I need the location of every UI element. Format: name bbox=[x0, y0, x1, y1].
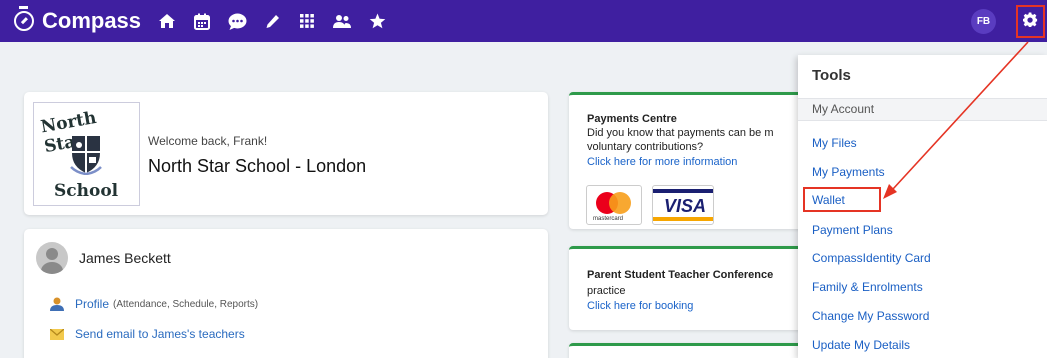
mastercard-orange-circle bbox=[609, 192, 631, 214]
menu-item-change-password[interactable]: Change My Password bbox=[812, 309, 929, 323]
my-account-section: My Account bbox=[798, 98, 1047, 121]
crest-text-bottom: School bbox=[54, 181, 119, 201]
chat-icon[interactable] bbox=[227, 11, 247, 31]
menu-item-my-payments[interactable]: My Payments bbox=[812, 165, 885, 179]
conference-booking-link[interactable]: Click here for booking bbox=[587, 300, 693, 312]
additional-card bbox=[569, 343, 809, 358]
welcome-message: Welcome back, Frank! bbox=[148, 134, 268, 148]
apps-grid-icon[interactable] bbox=[297, 11, 317, 31]
menu-item-compass-identity-card[interactable]: CompassIdentity Card bbox=[812, 251, 931, 265]
menu-item-my-files[interactable]: My Files bbox=[812, 136, 857, 150]
email-teachers-link[interactable]: Send email to James's teachers bbox=[75, 327, 245, 341]
compass-logo-icon bbox=[14, 6, 34, 31]
student-avatar bbox=[36, 242, 68, 274]
menu-item-wallet[interactable]: Wallet bbox=[812, 193, 845, 207]
mastercard-logo: mastercard bbox=[586, 185, 642, 225]
menu-item-update-details[interactable]: Update My Details bbox=[812, 338, 910, 352]
school-name: North Star School - London bbox=[148, 156, 367, 176]
brand-name: Compass bbox=[42, 8, 142, 33]
mastercard-text: mastercard bbox=[593, 216, 624, 222]
shield-icon bbox=[70, 136, 102, 175]
people-icon[interactable] bbox=[332, 11, 352, 31]
gear-icon bbox=[1023, 11, 1038, 32]
nav-icons bbox=[157, 11, 402, 31]
conference-line-1: practice bbox=[587, 285, 626, 297]
profile-link-detail: (Attendance, Schedule, Reports) bbox=[113, 298, 259, 310]
conference-card: Parent Student Teacher Conference practi… bbox=[569, 246, 809, 330]
conference-title: Parent Student Teacher Conference bbox=[587, 269, 774, 281]
envelope-icon bbox=[50, 328, 64, 340]
profile-link[interactable]: Profile bbox=[75, 297, 109, 311]
school-welcome-card: North Star School Welcome back, Frank! N… bbox=[24, 92, 548, 215]
student-name: James Beckett bbox=[79, 250, 171, 266]
email-teachers-row[interactable]: Send email to James's teachers bbox=[50, 327, 245, 341]
student-card: James Beckett Profile (Attendance, Sched… bbox=[24, 229, 548, 358]
top-nav-bar: Compass FB bbox=[0, 0, 1047, 42]
school-crest-logo: North Star School bbox=[33, 102, 140, 206]
payments-info-link[interactable]: Click here for more information bbox=[587, 156, 737, 168]
menu-item-payment-plans[interactable]: Payment Plans bbox=[812, 223, 893, 237]
person-icon bbox=[50, 297, 64, 311]
payments-title: Payments Centre bbox=[587, 113, 677, 125]
payments-card: Payments Centre Did you know that paymen… bbox=[569, 92, 809, 229]
star-icon[interactable] bbox=[367, 11, 387, 31]
visa-logo: VISA bbox=[652, 185, 714, 225]
tools-menu-title: Tools bbox=[812, 67, 851, 84]
payments-line-1: Did you know that payments can be m bbox=[587, 127, 774, 139]
payments-line-2: voluntary contributions? bbox=[587, 141, 704, 153]
tools-dropdown-menu: Tools My Account My Files My Payments Wa… bbox=[798, 55, 1047, 358]
calendar-icon[interactable] bbox=[192, 11, 212, 31]
compass-logo[interactable]: Compass bbox=[14, 6, 142, 34]
visa-text: VISA bbox=[664, 196, 707, 216]
profile-link-row[interactable]: Profile (Attendance, Schedule, Reports) bbox=[50, 297, 258, 311]
home-icon[interactable] bbox=[157, 11, 177, 31]
pencil-icon[interactable] bbox=[262, 11, 282, 31]
settings-button[interactable] bbox=[1016, 5, 1045, 38]
menu-item-family-enrolments[interactable]: Family & Enrolments bbox=[812, 280, 923, 294]
user-avatar[interactable]: FB bbox=[971, 9, 996, 34]
